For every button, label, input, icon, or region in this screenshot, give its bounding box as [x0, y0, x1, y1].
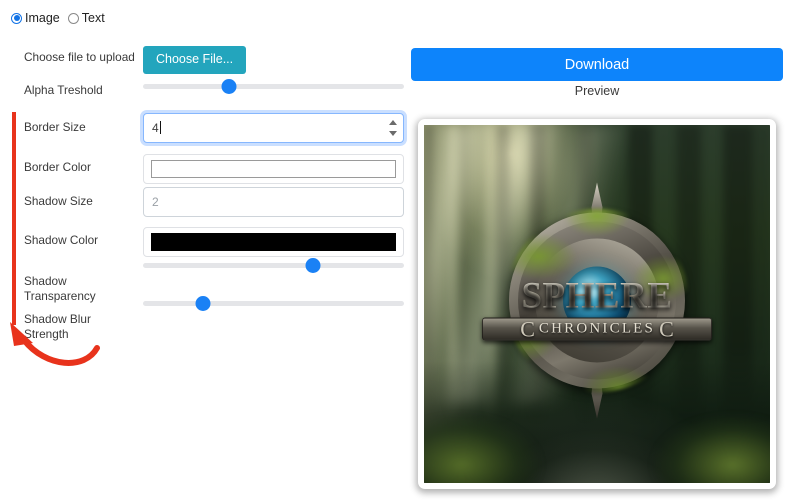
shadow-transparency-control [143, 257, 404, 273]
shadow-color-control [143, 227, 404, 257]
label-alpha-threshold: Alpha Treshold [24, 83, 103, 97]
radio-option-text[interactable]: Text [67, 11, 105, 25]
radio-option-image[interactable]: Image [11, 12, 60, 25]
border-color-control [143, 154, 404, 184]
label-border-color: Border Color [24, 160, 91, 174]
sphere-emblem [505, 182, 689, 419]
border-size-control: 4 [143, 113, 404, 143]
label-shadow-blur: Shadow Blur Strength [24, 312, 91, 341]
moss-left [424, 389, 549, 483]
shadow-color-input[interactable] [143, 227, 404, 257]
choose-file-button[interactable]: Choose File... [143, 46, 247, 74]
label-choose-file: Choose file to upload [24, 50, 135, 64]
emblem-moss-overlay [505, 208, 689, 393]
slider-track [143, 263, 404, 268]
border-size-value: 4 [152, 121, 159, 135]
preview-image-frame: SPHERE C CHRONICLES C [418, 119, 776, 489]
border-color-input[interactable] [143, 154, 404, 184]
shadow-blur-control [143, 295, 404, 311]
radio-text-label: Text [81, 11, 105, 25]
mode-selector[interactable]: Image Text [11, 12, 105, 25]
border-size-input-wrap: 4 [143, 113, 404, 143]
download-button[interactable]: Download [411, 48, 783, 81]
border-size-input[interactable]: 4 [143, 113, 404, 143]
alpha-threshold-control [143, 78, 404, 94]
text-caret [159, 121, 161, 134]
stepper-up-icon[interactable] [388, 120, 397, 125]
preview-image: SPHERE C CHRONICLES C [424, 125, 770, 483]
alpha-threshold-slider[interactable] [143, 78, 404, 94]
shadow-size-input[interactable]: 2 [143, 187, 404, 217]
preview-caption: Preview [574, 84, 620, 98]
border-color-swatch[interactable] [151, 160, 396, 178]
shadow-size-control: 2 [143, 187, 404, 217]
label-shadow-transparency: Shadow Transparency [24, 274, 96, 303]
moss-right [645, 389, 770, 483]
annotation-arrow-curve [21, 337, 100, 366]
shadow-blur-slider[interactable] [143, 295, 404, 311]
radio-image-label: Image [25, 11, 60, 25]
slider-track [143, 301, 404, 306]
radio-image-icon[interactable] [11, 12, 22, 24]
slider-thumb[interactable] [195, 296, 211, 311]
label-shadow-size: Shadow Size [24, 194, 93, 208]
slider-thumb[interactable] [305, 258, 321, 273]
radio-text-icon[interactable] [67, 12, 79, 24]
number-stepper-icon[interactable] [388, 120, 397, 136]
choose-file-control: Choose File... [143, 46, 404, 74]
slider-thumb[interactable] [221, 79, 237, 94]
shadow-color-swatch[interactable] [151, 233, 396, 251]
slider-track [143, 84, 404, 89]
label-shadow-color: Shadow Color [24, 233, 99, 247]
label-border-size: Border Size [24, 120, 86, 134]
stepper-down-icon[interactable] [388, 131, 397, 136]
shadow-transparency-slider[interactable] [143, 257, 404, 273]
